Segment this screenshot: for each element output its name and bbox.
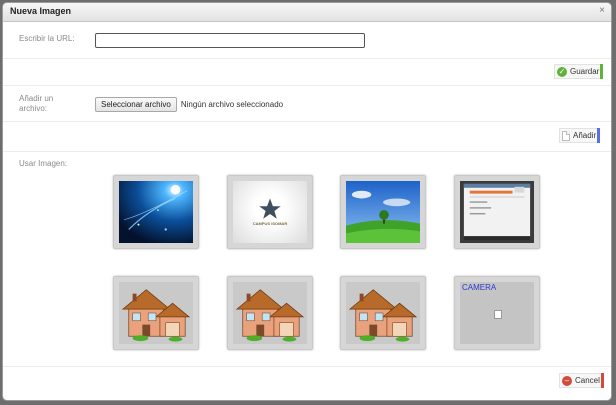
gallery-label: Usar Imagen: — [19, 159, 68, 168]
add-button[interactable]: Añadir — [559, 128, 601, 143]
add-accent-bar — [597, 128, 601, 143]
add-button-label: Añadir — [573, 131, 597, 140]
camera-caption: CAMERA — [462, 283, 497, 292]
check-circle-icon: ✓ — [557, 66, 567, 77]
cancel-circle-icon: – — [562, 375, 572, 386]
file-label: Añadir un archivo: — [19, 94, 54, 113]
broken-image-icon — [494, 310, 502, 319]
divider — [3, 366, 611, 367]
cancel-button[interactable]: – Cancel — [559, 373, 604, 388]
divider — [3, 58, 611, 59]
url-label: Escribir la URL: — [19, 34, 75, 43]
cancel-button-label: Cancel — [575, 376, 600, 385]
cancel-accent-bar — [600, 373, 604, 388]
page-icon — [562, 130, 570, 141]
landscape-photo — [346, 181, 420, 243]
url-input[interactable] — [95, 33, 365, 48]
choose-file-button[interactable]: Seleccionar archivo — [95, 97, 177, 112]
file-status: Ningún archivo seleccionado — [180, 100, 284, 109]
broken-image: CAMERA — [460, 282, 534, 344]
gallery-image-blue-space[interactable] — [113, 175, 199, 249]
save-button[interactable]: ✓ Guardar — [554, 64, 604, 79]
dialog-title: Nueva Imagen — [10, 6, 72, 16]
divider — [3, 85, 611, 86]
dialog-titlebar: Nueva Imagen × — [3, 3, 611, 22]
gallery-image-house[interactable] — [340, 276, 426, 350]
divider — [3, 151, 611, 152]
close-icon[interactable]: × — [599, 5, 605, 16]
gallery-image-house[interactable] — [227, 276, 313, 350]
save-button-label: Guardar — [570, 67, 600, 76]
logo-image: CAMPUS ISOMAR — [233, 181, 307, 243]
gallery-image-logo[interactable]: CAMPUS ISOMAR — [227, 175, 313, 249]
new-image-dialog: Nueva Imagen × Escribir la URL: ✓ Guarda… — [2, 2, 612, 401]
screenshot-image — [460, 181, 534, 243]
gallery-image-landscape[interactable] — [340, 175, 426, 249]
house-clipart — [119, 282, 193, 344]
save-accent-bar — [600, 64, 604, 79]
house-clipart — [346, 282, 420, 344]
house-clipart — [233, 282, 307, 344]
gallery-image-screenshot[interactable] — [454, 175, 540, 249]
divider — [3, 121, 611, 122]
logo-caption: CAMPUS ISOMAR — [252, 221, 288, 226]
gallery-image-camera[interactable]: CAMERA — [454, 276, 540, 350]
file-picker: Seleccionar archivo Ningún archivo selec… — [95, 96, 283, 113]
blue-space-photo — [119, 181, 193, 243]
gallery-image-house[interactable] — [113, 276, 199, 350]
